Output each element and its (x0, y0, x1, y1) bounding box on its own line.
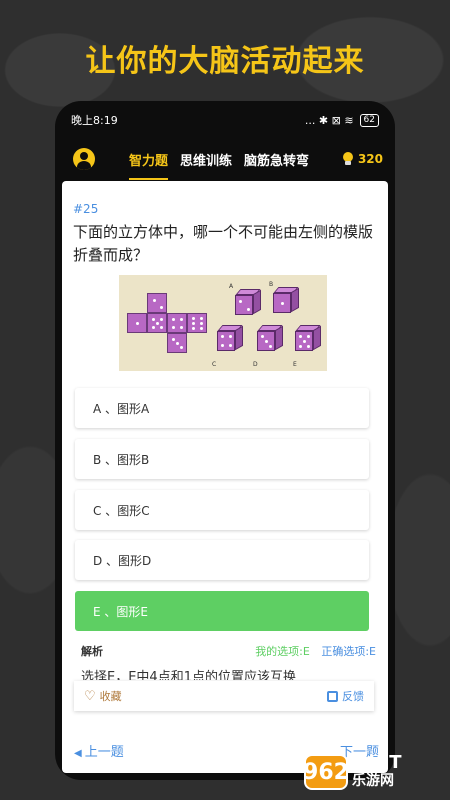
question-number: #25 (73, 202, 99, 216)
net-face (147, 293, 167, 313)
status-bar: 晚上8:19 ... ✱ ⊠ ≋ 62 (55, 101, 395, 139)
favorite-label: 收藏 (99, 690, 122, 703)
chevron-left-icon: ◀ (74, 748, 82, 759)
points-value: 320 (357, 152, 383, 166)
question-text: 下面的立方体中，哪一个不可能由左侧的模版折叠而成？ (73, 223, 374, 264)
heart-icon: ♡ (84, 688, 96, 704)
action-bar: ♡ 收藏 反馈 (74, 681, 374, 711)
watermark-site-name: 乐游网 (352, 773, 394, 789)
watermark-badge: 962 (303, 754, 349, 790)
analysis-header: 解析 我的选项:E 正确选项:E (81, 643, 376, 659)
battery-icon: 62 (359, 113, 379, 127)
net-face (167, 313, 187, 333)
question-card: #25 下面的立方体中，哪一个不可能由左侧的模版折叠而成？ A B C D E … (62, 181, 388, 773)
tab-puzzle[interactable]: 智力题 (129, 144, 169, 180)
watermark-net: .NET (352, 752, 403, 773)
question-figure: A B C D E (119, 275, 327, 371)
prev-question-label: 上一题 (84, 745, 124, 760)
net-face (187, 313, 207, 333)
lightbulb-icon (342, 152, 354, 166)
favorite-button[interactable]: ♡ 收藏 (84, 688, 122, 704)
analysis-title: 解析 (81, 645, 103, 658)
status-time: 晚上8:19 (71, 114, 118, 127)
prev-question-button[interactable]: ◀ 上一题 (74, 741, 124, 760)
user-avatar-icon[interactable] (73, 148, 95, 170)
answer-option-e[interactable]: E 、图形E (75, 591, 369, 631)
status-icons: ... ✱ ⊠ ≋ 62 (304, 113, 379, 127)
promo-headline: 让你的大脑活动起来 (85, 44, 365, 79)
answer-option-d[interactable]: D 、图形D (75, 540, 369, 580)
answer-option-c[interactable]: C 、图形C (75, 490, 369, 530)
cube-option-b (273, 287, 299, 313)
figure-label-a: A (229, 283, 234, 290)
analysis-text: 选择E，E中4点和1点的位置应该互换 (81, 670, 296, 680)
cube-option-a (235, 289, 261, 315)
status-indicator-icons: ... ✱ ⊠ ≋ (304, 113, 354, 127)
net-face (167, 333, 187, 353)
net-face (127, 313, 147, 333)
tab-brain-teaser[interactable]: 脑筋急转弯 (244, 144, 309, 175)
feedback-label: 反馈 (342, 690, 364, 703)
figure-label-c: C (212, 361, 217, 368)
answer-option-a[interactable]: A 、图形A (75, 388, 369, 428)
figure-label-b: B (269, 281, 274, 288)
top-navigation: 智力题 思维训练 脑筋急转弯 320 (55, 139, 395, 180)
category-tabs: 智力题 思维训练 脑筋急转弯 (129, 144, 309, 180)
my-choice-label: 我的选项:E (255, 645, 310, 658)
edit-icon (327, 690, 338, 702)
feedback-button[interactable]: 反馈 (327, 688, 364, 704)
answer-option-b[interactable]: B 、图形B (75, 439, 369, 479)
site-watermark-logo: 962 .NET 乐游网 (303, 750, 442, 794)
points-display[interactable]: 320 (342, 152, 383, 166)
figure-label-e: E (293, 361, 297, 368)
net-face (147, 313, 167, 333)
figure-label-d: D (253, 361, 258, 368)
phone-frame: 晚上8:19 ... ✱ ⊠ ≋ 62 智力题 思维训练 脑筋急转弯 320 #… (55, 101, 395, 780)
cube-option-c (217, 325, 243, 351)
cube-option-e (295, 325, 321, 351)
tab-thinking-training[interactable]: 思维训练 (180, 144, 232, 175)
cube-option-d (257, 325, 283, 351)
correct-choice-label: 正确选项:E (321, 645, 376, 658)
